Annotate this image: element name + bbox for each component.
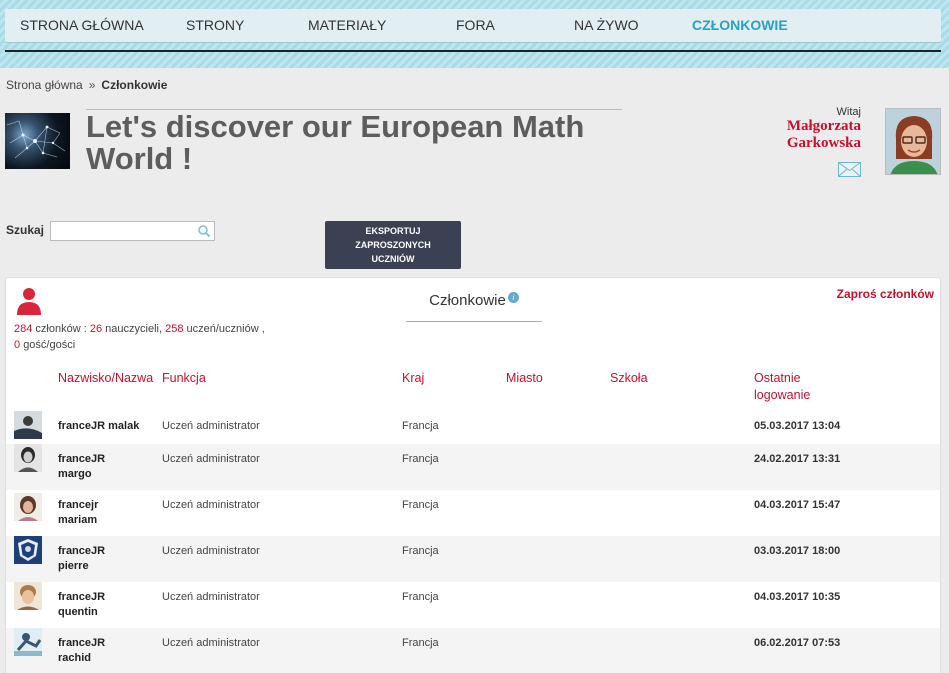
member-name[interactable]: franceJR margo — [58, 452, 138, 482]
member-role: Uczeń administrator — [162, 453, 260, 465]
member-last-login: 04.03.2017 15:47 — [754, 499, 841, 511]
member-role: Uczeń administrator — [162, 545, 260, 557]
nav-item-live[interactable]: NA ŻYWO — [574, 9, 639, 42]
stat-teachers-label: nauczycieli, — [105, 323, 163, 335]
member-country: Francja — [402, 453, 439, 465]
table-row[interactable]: francejr mariam Uczeń administrator Fran… — [6, 490, 940, 536]
member-role: Uczeń administrator — [162, 637, 260, 649]
search-input[interactable] — [51, 222, 191, 240]
member-name-line-2: mariam — [58, 514, 98, 526]
member-name-line-2: pierre — [58, 560, 89, 572]
member-avatar[interactable] — [14, 493, 42, 521]
nav-item-home[interactable]: STRONA GŁÓWNA — [20, 9, 144, 42]
table-row[interactable]: franceJR rachid Uczeń administrator Fran… — [6, 628, 940, 673]
members-panel: Członkowie i Zaproś członków 284 członków… — [5, 277, 941, 673]
user-last-name[interactable]: Garkowska — [787, 135, 861, 152]
stat-students-label: uczeń/uczniów , — [186, 323, 265, 335]
column-header-city[interactable]: Miasto — [506, 370, 543, 387]
member-avatar[interactable] — [14, 582, 42, 610]
project-image — [5, 113, 70, 169]
member-last-login: 04.03.2017 10:35 — [754, 591, 841, 603]
column-header-last-login-2: logowanie — [754, 388, 811, 402]
welcome-label: Witaj — [836, 106, 861, 118]
welcome-block: Witaj Małgorzata Garkowska — [787, 106, 861, 152]
member-name[interactable]: franceJR rachid — [58, 636, 138, 666]
stat-total: 284 — [14, 323, 33, 335]
export-button-line-3: UCZNIÓW — [371, 254, 415, 264]
member-avatar[interactable] — [14, 444, 42, 472]
mail-icon[interactable] — [838, 162, 861, 177]
member-role: Uczeń administrator — [162, 499, 260, 511]
info-icon[interactable]: i — [507, 292, 519, 303]
main-nav: STRONA GŁÓWNA STRONY MATERIAŁY FORA NA Ż… — [5, 9, 941, 42]
member-last-login: 24.02.2017 13:31 — [754, 453, 841, 465]
member-name-line-1: francejr — [58, 499, 99, 511]
member-role: Uczeń administrator — [162, 591, 260, 603]
members-title: Członkowie i — [406, 292, 542, 322]
member-avatar[interactable] — [14, 628, 42, 656]
nav-item-pages[interactable]: STRONY — [186, 9, 244, 42]
members-stats: 284 członków : 26 nauczycieli, 258 uczeń… — [14, 321, 265, 353]
member-name[interactable]: franceJR pierre — [58, 544, 138, 574]
nav-item-members[interactable]: CZŁONKOWIE — [692, 9, 788, 42]
export-invited-students-button[interactable]: EKSPORTUJ ZAPROSZONYCH UCZNIÓW — [325, 221, 461, 269]
member-name[interactable]: franceJR malak — [58, 419, 148, 434]
member-name-line-2: rachid — [58, 652, 92, 664]
search-icon[interactable] — [197, 224, 211, 238]
member-country: Francja — [402, 545, 439, 557]
table-row[interactable]: franceJR quentin Uczeń administrator Fra… — [6, 582, 940, 628]
member-country: Francja — [402, 420, 439, 432]
member-name[interactable]: francejr mariam — [58, 498, 138, 528]
person-icon — [17, 288, 41, 315]
breadcrumb-home-link[interactable]: Strona główna — [6, 78, 83, 92]
breadcrumb: Strona główna » Członkowie — [6, 78, 167, 92]
stat-teachers: 26 — [89, 323, 103, 335]
table-row[interactable]: franceJR malak Uczeń administrator Franc… — [6, 409, 940, 441]
member-name-line-1: franceJR — [58, 591, 106, 603]
export-button-line-2: ZAPROSZONYCH — [355, 240, 431, 250]
nav-divider — [5, 50, 941, 52]
search-box — [50, 221, 215, 241]
member-last-login: 06.02.2017 07:53 — [754, 637, 841, 649]
member-name-line-1: franceJR malak — [58, 420, 140, 432]
member-name-line-2: margo — [58, 468, 92, 480]
column-header-last-login[interactable]: Ostatnie logowanie — [754, 370, 810, 404]
project-title: Let's discover our European Math World ! — [86, 109, 585, 176]
member-name[interactable]: franceJR quentin — [58, 590, 138, 620]
search-label: Szukaj — [6, 223, 45, 237]
column-header-last-login-1: Ostatnie — [754, 371, 801, 385]
member-name-line-1: franceJR — [58, 637, 106, 649]
member-avatar[interactable] — [14, 536, 42, 564]
member-last-login: 03.03.2017 18:00 — [754, 545, 841, 557]
export-button-line-1: EKSPORTUJ — [365, 226, 421, 236]
nav-item-materials[interactable]: MATERIAŁY — [308, 9, 386, 42]
table-row[interactable]: franceJR pierre Uczeń administrator Fran… — [6, 536, 940, 582]
user-avatar[interactable] — [885, 108, 941, 175]
breadcrumb-current: Członkowie — [101, 78, 168, 92]
member-country: Francja — [402, 637, 439, 649]
member-name-line-1: franceJR — [58, 545, 106, 557]
user-first-name[interactable]: Małgorzata — [787, 118, 861, 135]
stat-students: 258 — [165, 323, 184, 335]
column-header-school[interactable]: Szkoła — [610, 370, 648, 387]
column-header-role[interactable]: Funkcja — [162, 370, 206, 387]
stat-total-label: członków : — [35, 323, 87, 335]
member-name-line-2: quentin — [58, 606, 98, 618]
member-last-login: 05.03.2017 13:04 — [754, 420, 841, 432]
column-header-country[interactable]: Kraj — [402, 370, 424, 387]
stat-guests-label: gość/gości — [23, 339, 76, 351]
member-role: Uczeń administrator — [162, 420, 260, 432]
breadcrumb-separator: » — [88, 78, 96, 92]
stat-guests: 0 — [14, 339, 21, 351]
member-country: Francja — [402, 591, 439, 603]
members-title-text: Członkowie — [429, 292, 506, 309]
table-row[interactable]: franceJR margo Uczeń administrator Franc… — [6, 444, 940, 490]
member-name-line-1: franceJR — [58, 453, 106, 465]
nav-item-forums[interactable]: FORA — [456, 9, 495, 42]
column-header-name[interactable]: Nazwisko/Nazwa — [58, 370, 153, 387]
invite-members-link[interactable]: Zaproś członków — [837, 287, 934, 301]
member-avatar[interactable] — [14, 411, 42, 439]
member-country: Francja — [402, 499, 439, 511]
